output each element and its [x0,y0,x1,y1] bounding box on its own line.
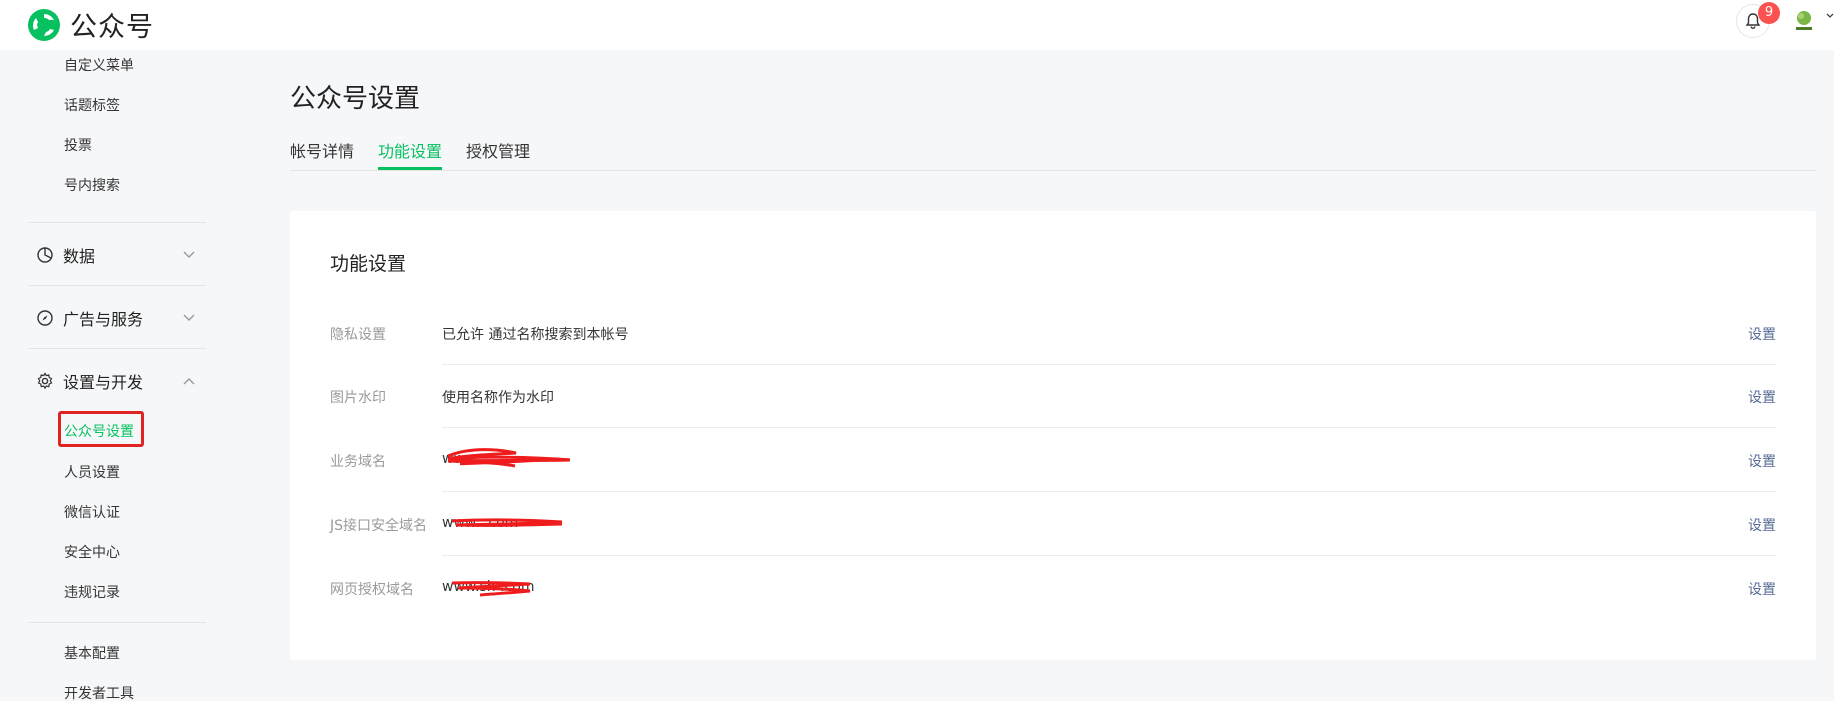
sidebar-group-label: 设置与开发 [63,373,144,392]
row-divider [442,555,1776,556]
sidebar-item-topic-tags[interactable]: 话题标签 [64,95,120,115]
row-value: 使用名称作为水印 [442,390,554,406]
wechat-official-logo-icon [28,8,60,41]
watermark-settings-link[interactable]: 设置 [1748,387,1776,407]
gear-icon [37,372,53,390]
sidebar-item-security-center[interactable]: 安全中心 [64,542,120,562]
row-value: www.sh .com [442,579,535,595]
js-domain-settings-link[interactable]: 设置 [1748,515,1776,535]
row-value: 已允许 通过名称搜索到本帐号 [442,327,629,343]
active-tab-indicator [378,167,442,170]
oauth-domain-settings-link[interactable]: 设置 [1748,579,1776,599]
row-divider [442,491,1776,492]
chevron-up-icon [183,378,195,385]
row-label: JS接口安全域名 [330,518,428,534]
row-value: www. .com [442,515,519,531]
sidebar-divider [28,622,206,623]
row-value: www. [442,451,480,467]
account-logo-icon [1796,11,1812,30]
settings-row-oauth-domain: 网页授权域名 www.sh .com 设置 [330,557,1776,620]
sidebar-group-ads-services[interactable]: 广告与服务 [36,306,206,330]
top-header: 公众号 9 [0,0,1834,50]
sidebar-group-label: 数据 [63,247,96,266]
sidebar-divider [28,222,206,223]
sidebar-item-basic-config[interactable]: 基本配置 [64,643,120,663]
sidebar-group-label: 广告与服务 [63,310,144,329]
sidebar-divider [28,285,206,286]
sidebar-divider [28,348,206,349]
sidebar-item-vote[interactable]: 投票 [64,135,92,155]
row-label: 业务域名 [330,454,386,470]
sidebar-item-staff-settings[interactable]: 人员设置 [64,462,120,482]
page-title: 公众号设置 [290,84,421,114]
row-label: 网页授权域名 [330,582,414,598]
row-label: 隐私设置 [330,327,386,343]
sidebar-item-developer-tools[interactable]: 开发者工具 [64,683,134,701]
sidebar-item-wechat-verification[interactable]: 微信认证 [64,502,120,522]
tab-function-settings[interactable]: 功能设置 [378,138,442,162]
tab-bar: 帐号详情 功能设置 授权管理 [290,138,1816,171]
account-menu-chevron-icon[interactable] [1826,12,1834,20]
notification-count-badge: 9 [1758,2,1780,24]
sidebar-item-account-settings[interactable]: 公众号设置 [64,421,134,441]
sidebar-item-in-account-search[interactable]: 号内搜索 [64,175,120,195]
tab-authorization-management[interactable]: 授权管理 [466,138,530,162]
sidebar-item-violation-records[interactable]: 违规记录 [64,582,120,602]
settings-row-image-watermark: 图片水印 使用名称作为水印 设置 [330,365,1776,428]
compass-icon [37,310,53,326]
function-settings-card: 功能设置 隐私设置 已允许 通过名称搜索到本帐号 设置 图片水印 使用名称作为水… [290,211,1816,660]
settings-row-business-domain: 业务域名 www. 设置 [330,429,1776,492]
chevron-down-icon [183,314,195,321]
tab-account-details[interactable]: 帐号详情 [290,138,354,162]
app-logo[interactable]: 公众号 [27,5,154,44]
settings-row-privacy: 隐私设置 已允许 通过名称搜索到本帐号 设置 [330,302,1776,365]
row-divider [442,427,1776,428]
pie-chart-icon [37,247,53,263]
sidebar-group-settings-dev[interactable]: 设置与开发 [36,369,206,393]
settings-row-js-domain: JS接口安全域名 www. .com 设置 [330,493,1776,556]
sidebar-item-custom-menu[interactable]: 自定义菜单 [64,55,134,75]
app-title: 公众号 [70,12,154,43]
business-domain-settings-link[interactable]: 设置 [1748,451,1776,471]
sidebar-group-data[interactable]: 数据 [36,243,206,267]
card-title: 功能设置 [330,253,407,275]
account-avatar[interactable] [1790,6,1818,34]
row-label: 图片水印 [330,390,386,406]
chevron-down-icon [183,251,195,258]
privacy-settings-link[interactable]: 设置 [1748,324,1776,344]
